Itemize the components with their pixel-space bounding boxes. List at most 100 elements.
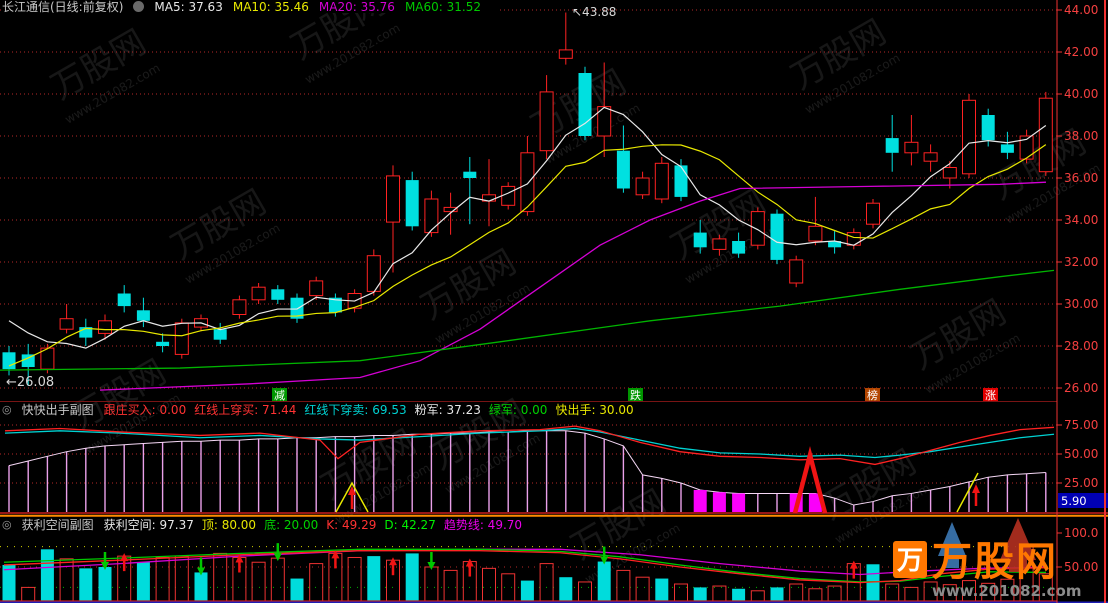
profit-bar-cyan xyxy=(291,579,304,601)
right-arrow-head xyxy=(972,484,980,493)
candle-up xyxy=(502,186,515,205)
magenta-block xyxy=(713,492,726,512)
candle-up xyxy=(252,287,265,300)
indicator-value: 红线下穿卖: 69.53 xyxy=(304,401,406,418)
candle-down xyxy=(118,294,131,307)
profit-bar-red xyxy=(425,567,438,601)
magenta-block xyxy=(694,490,707,512)
profit-bar-red xyxy=(252,562,265,601)
d-line xyxy=(4,549,1046,582)
axis-label: 28.00 xyxy=(1064,339,1098,353)
indicator-value: 跟庄买入: 0.00 xyxy=(104,401,187,418)
candle-up xyxy=(60,319,73,330)
candle-up xyxy=(540,92,553,151)
profit-bar-red xyxy=(348,557,361,601)
indicator-value: 获利空间: 97.37 xyxy=(104,516,194,533)
profit-bar-cyan xyxy=(598,562,611,601)
indicator-value: 快出手: 30.00 xyxy=(555,401,633,418)
candle-up xyxy=(387,176,400,222)
marker-char: 榜 xyxy=(867,388,878,402)
collapse-icon[interactable]: ◎ xyxy=(2,403,12,416)
candle-down xyxy=(156,342,169,346)
stock-title: 长江通信(日线:前复权) xyxy=(2,0,123,15)
candle-up xyxy=(713,239,726,250)
indicator-value: 趋势线: 49.70 xyxy=(444,516,522,533)
stock-app-window: 万股网www.201082.com万股网www.201082.com万股网www… xyxy=(0,0,1108,603)
axis-label: 42.00 xyxy=(1064,45,1098,59)
profit-bar-red xyxy=(790,584,803,601)
profit-bar-cyan xyxy=(521,581,534,601)
profit-bar-red xyxy=(617,570,630,601)
profit-bar-red xyxy=(444,570,457,601)
logo-url-text: www.201082.com xyxy=(932,582,1081,600)
candle-up xyxy=(559,50,572,58)
profit-bar-red xyxy=(886,584,899,601)
collapse-icon[interactable]: ◎ xyxy=(2,518,12,531)
buy-arrow-head xyxy=(120,553,128,561)
candle-down xyxy=(3,352,16,369)
panel2-title[interactable]: 快快出手副图 xyxy=(22,401,94,418)
axis-label: 34.00 xyxy=(1064,213,1098,227)
profit-bar-cyan xyxy=(3,565,16,601)
axis-label: 25.00 xyxy=(1064,476,1098,490)
candle-down xyxy=(617,151,630,189)
profit-bar-red xyxy=(675,584,688,601)
indicator-value: 底: 20.00 xyxy=(264,516,318,533)
profit-bar-cyan xyxy=(559,577,572,601)
profit-bar-red xyxy=(502,574,515,601)
profit-bar-red xyxy=(271,558,284,601)
axis-label: 100.0 xyxy=(1064,526,1098,540)
panel3-title[interactable]: 获利空间副图 xyxy=(22,516,94,533)
profit-bar-cyan xyxy=(41,549,54,601)
high-annotation: ↖43.88 xyxy=(572,5,616,19)
candle-down xyxy=(982,115,995,140)
panel3-legend: 获利空间: 97.37顶: 80.00底: 20.00K: 49.29D: 42… xyxy=(104,516,530,533)
candle-down xyxy=(886,138,899,153)
profit-bar-cyan xyxy=(137,562,150,601)
candle-up xyxy=(943,168,956,179)
ma-legend: MA5: 37.63MA10: 35.46MA20: 35.76MA60: 31… xyxy=(154,0,491,14)
profit-bar-red xyxy=(175,556,188,601)
sell-arrow-head xyxy=(427,562,435,570)
axis-label: 30.00 xyxy=(1064,297,1098,311)
axis-label: 38.00 xyxy=(1064,129,1098,143)
profit-bar-cyan xyxy=(655,579,668,601)
candle-down xyxy=(732,241,745,254)
candle-down xyxy=(771,214,784,260)
candle-up xyxy=(1039,98,1052,172)
candle-up xyxy=(175,323,188,355)
k-line xyxy=(4,551,1046,583)
candle-up xyxy=(809,226,822,241)
candle-up xyxy=(867,203,880,224)
indicator-value: 顶: 80.00 xyxy=(202,516,256,533)
chart-canvas: 万股网www.201082.com万股网www.201082.com万股网www… xyxy=(0,0,1108,603)
candle-down xyxy=(675,165,688,197)
profit-bar-cyan xyxy=(406,553,419,601)
marker-char: 涨 xyxy=(985,389,996,402)
candle-up xyxy=(233,300,246,315)
magenta-block xyxy=(732,493,745,512)
profit-bar-red xyxy=(22,587,35,601)
panel2-legend: 跟庄买入: 0.00红线上穿买: 71.44红线下穿卖: 69.53粉军: 37… xyxy=(104,401,642,418)
buy-arrow-head xyxy=(850,561,858,569)
axis-label: 50.00 xyxy=(1064,560,1098,574)
profit-bar-red xyxy=(828,586,841,601)
profit-bar-cyan xyxy=(99,567,112,601)
candle-up xyxy=(790,260,803,283)
axis-label: 44.00 xyxy=(1064,3,1098,17)
candle-down xyxy=(1001,144,1014,152)
profit-bar-cyan xyxy=(367,556,380,601)
indicator-value: MA60: 31.52 xyxy=(405,0,481,14)
indicator-value: 绿军: 0.00 xyxy=(489,401,548,418)
candle-up xyxy=(636,178,649,195)
profit-bar-red xyxy=(483,568,496,601)
indicator-value: D: 42.27 xyxy=(384,518,435,532)
profit-bar-cyan xyxy=(694,587,707,601)
candle-up xyxy=(310,281,323,296)
candle-up xyxy=(655,163,668,199)
candle-up xyxy=(905,142,918,153)
theme-circle-icon[interactable] xyxy=(133,1,144,12)
low-annotation: ←26.08 xyxy=(6,375,54,390)
profit-bar-cyan xyxy=(79,568,92,601)
indicator-value: 粉军: 37.23 xyxy=(415,401,481,418)
